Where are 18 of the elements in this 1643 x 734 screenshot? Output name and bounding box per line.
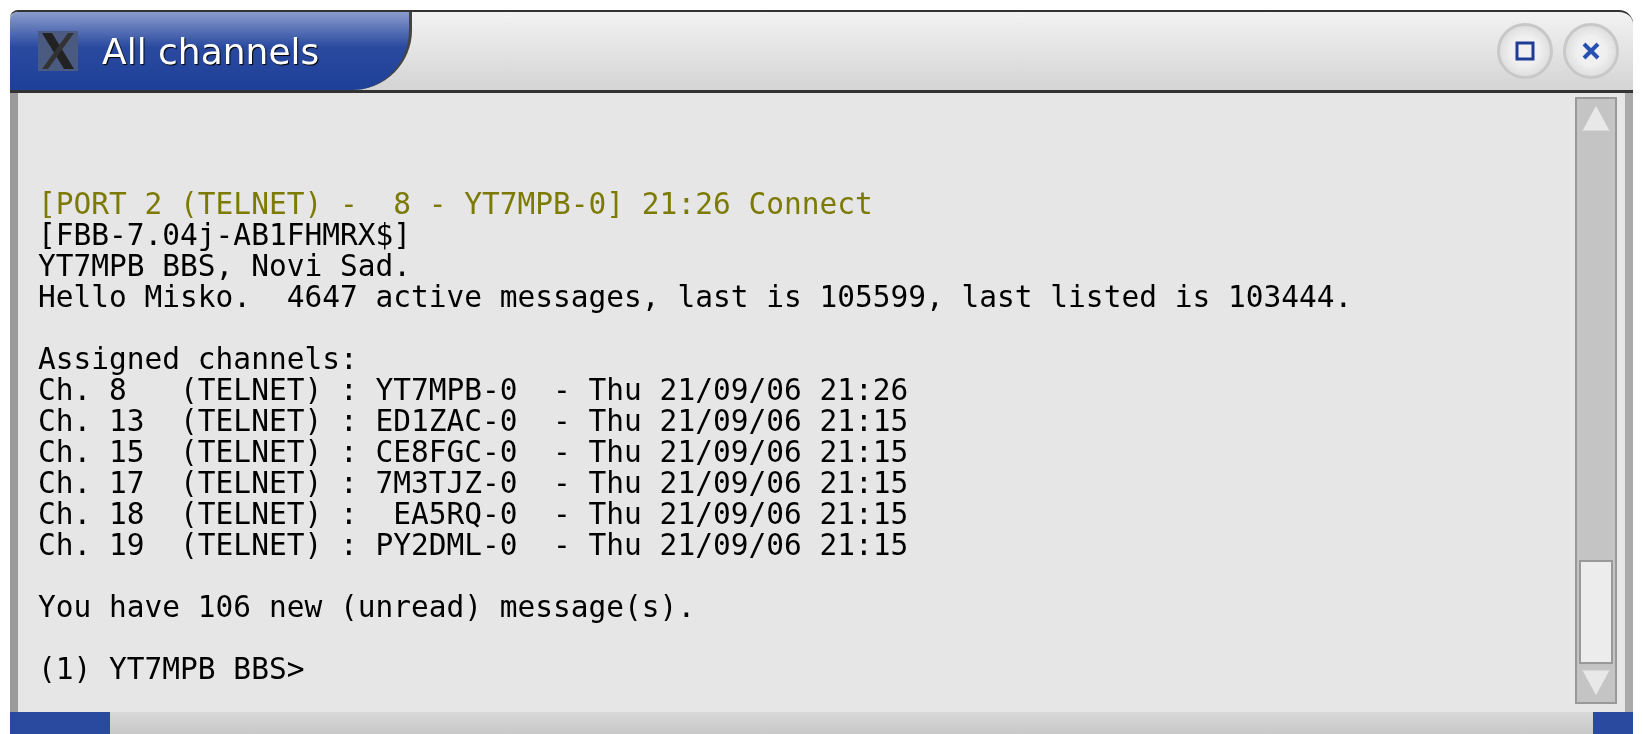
terminal-line: YT7MPB BBS, Novi Sad.: [38, 251, 412, 282]
terminal-line: Ch. 17 (TELNET) : 7M3TJZ-0 - Thu 21/09/06 21:15: [38, 468, 910, 499]
scrollbar-thumb[interactable]: [1579, 560, 1613, 664]
close-button[interactable]: [1563, 23, 1619, 79]
terminal-line: You have 106 new (unread) message(s).: [38, 592, 697, 623]
window-title: All channels: [102, 30, 320, 72]
terminal-line: (1) YT7MPB BBS>: [38, 654, 306, 685]
scrollbar[interactable]: [1575, 97, 1617, 704]
terminal-line: Ch. 13 (TELNET) : ED1ZAC-0 - Thu 21/09/06 21:15: [38, 406, 910, 437]
x-logo-icon: [38, 31, 78, 71]
terminal-line: Ch. 19 (TELNET) : PY2DML-0 - Thu 21/09/06 21:15: [38, 530, 910, 561]
terminal-line: Ch. 18 (TELNET) : EA5RQ-0 - Thu 21/09/06 21:15: [38, 499, 910, 530]
terminal-line: Hello Misko. 4647 active messages, last is 105599, last listed is 103444.: [38, 282, 1354, 313]
terminal-line: Ch. 8 (TELNET) : YT7MPB-0 - Thu 21/09/06 21:26: [38, 375, 910, 406]
terminal-line: [PORT 2 (TELNET) - 8 - YT7MPB-0] 21:26 Connect: [38, 189, 874, 220]
terminal-line: Ch. 15 (TELNET) : CE8FGC-0 - Thu 21/09/06 21:15: [38, 437, 910, 468]
terminal-line: [FBB-7.04j-AB1FHMRX$]: [38, 220, 412, 251]
maximize-button[interactable]: [1497, 23, 1553, 79]
